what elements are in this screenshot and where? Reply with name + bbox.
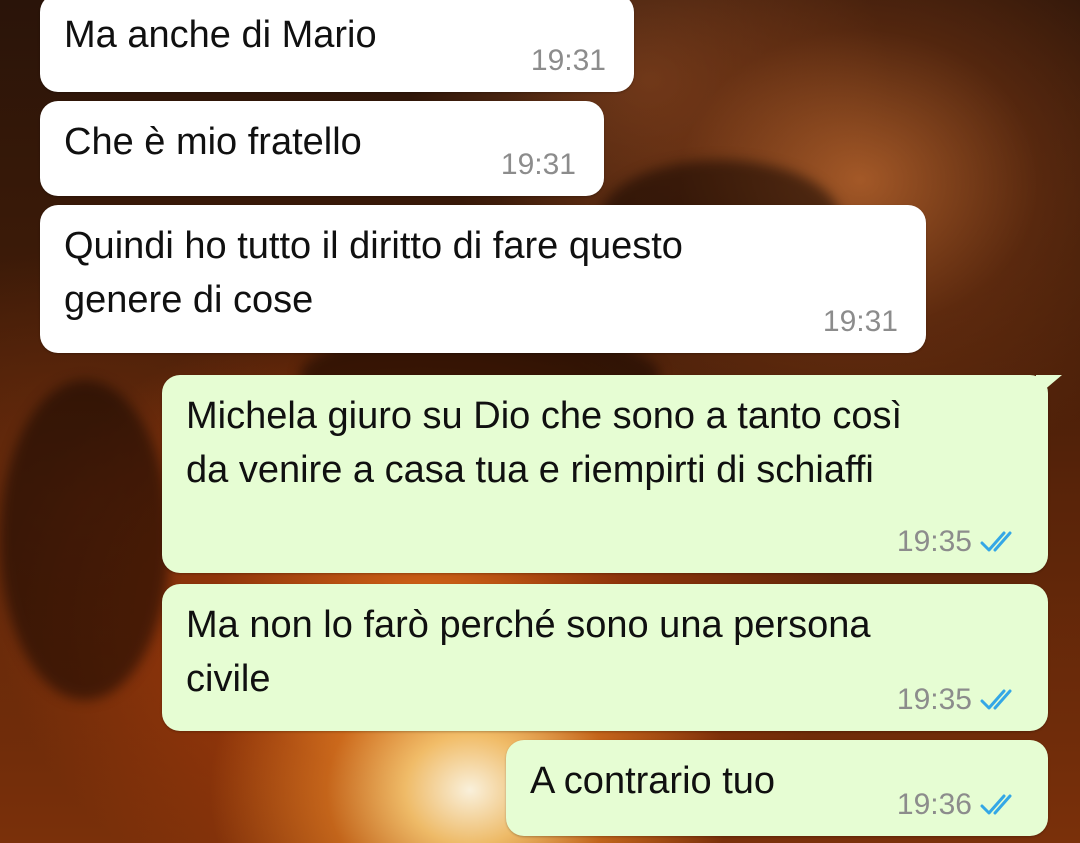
message-time: 19:36 (896, 788, 972, 821)
message-meta: 19:31 (531, 44, 606, 78)
double-check-read-icon (980, 689, 1012, 710)
incoming-message-bubble[interactable]: Quindi ho tutto il diritto di fare quest… (40, 205, 926, 353)
double-check-read-icon (980, 531, 1012, 552)
bubble-tail (1036, 375, 1062, 397)
outgoing-message-bubble[interactable]: Michela giuro su Dio che sono a tanto co… (162, 375, 1062, 573)
message-time: 19:35 (896, 525, 972, 558)
message-text: Quindi ho tutto il diritto di fare quest… (64, 225, 683, 321)
message-meta: 19:35 (897, 525, 1020, 559)
incoming-message-bubble[interactable]: Ma anche di Mario 19:31 (40, 0, 634, 92)
message-meta: 19:31 (823, 305, 898, 339)
message-meta: 19:36 (897, 788, 1020, 822)
background-shadow (0, 380, 170, 700)
message-time: 19:31 (822, 305, 898, 338)
message-meta: 19:35 (897, 683, 1020, 717)
outgoing-message-bubble[interactable]: A contrario tuo 19:36 (506, 740, 1048, 836)
incoming-message-bubble[interactable]: Che è mio fratello 19:31 (40, 101, 604, 196)
message-time: 19:31 (500, 148, 576, 181)
outgoing-message-bubble[interactable]: Ma non lo farò perché sono una persona c… (162, 584, 1048, 731)
message-text: Ma anche di Mario (64, 14, 377, 56)
double-check-read-icon (980, 794, 1012, 815)
message-time: 19:35 (896, 683, 972, 716)
message-meta: 19:31 (501, 148, 576, 182)
message-time: 19:31 (530, 44, 606, 77)
message-text: Michela giuro su Dio che sono a tanto co… (186, 395, 903, 491)
